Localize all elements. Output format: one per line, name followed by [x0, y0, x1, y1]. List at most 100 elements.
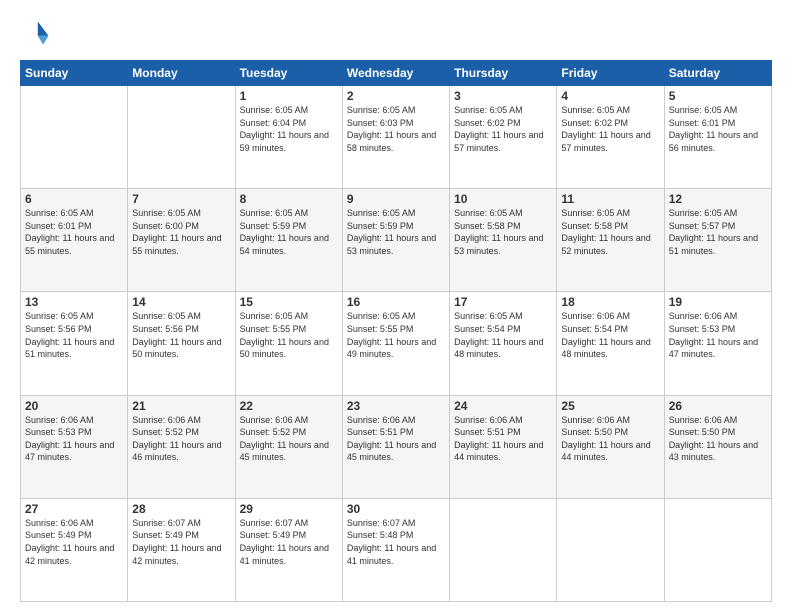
calendar-cell: 25Sunrise: 6:06 AM Sunset: 5:50 PM Dayli…: [557, 395, 664, 498]
calendar-cell: 17Sunrise: 6:05 AM Sunset: 5:54 PM Dayli…: [450, 292, 557, 395]
day-info: Sunrise: 6:06 AM Sunset: 5:54 PM Dayligh…: [561, 310, 659, 360]
day-info: Sunrise: 6:06 AM Sunset: 5:50 PM Dayligh…: [561, 414, 659, 464]
day-info: Sunrise: 6:05 AM Sunset: 5:59 PM Dayligh…: [240, 207, 338, 257]
day-number: 23: [347, 399, 445, 413]
weekday-header: Tuesday: [235, 61, 342, 86]
day-info: Sunrise: 6:05 AM Sunset: 6:01 PM Dayligh…: [25, 207, 123, 257]
weekday-header-row: SundayMondayTuesdayWednesdayThursdayFrid…: [21, 61, 772, 86]
day-info: Sunrise: 6:06 AM Sunset: 5:50 PM Dayligh…: [669, 414, 767, 464]
calendar-cell: 21Sunrise: 6:06 AM Sunset: 5:52 PM Dayli…: [128, 395, 235, 498]
day-info: Sunrise: 6:07 AM Sunset: 5:49 PM Dayligh…: [132, 517, 230, 567]
calendar-cell: 19Sunrise: 6:06 AM Sunset: 5:53 PM Dayli…: [664, 292, 771, 395]
logo: [20, 18, 56, 50]
calendar-cell: 8Sunrise: 6:05 AM Sunset: 5:59 PM Daylig…: [235, 189, 342, 292]
calendar-week-row: 27Sunrise: 6:06 AM Sunset: 5:49 PM Dayli…: [21, 498, 772, 601]
day-number: 9: [347, 192, 445, 206]
weekday-header: Saturday: [664, 61, 771, 86]
calendar-cell: 10Sunrise: 6:05 AM Sunset: 5:58 PM Dayli…: [450, 189, 557, 292]
calendar-cell: 16Sunrise: 6:05 AM Sunset: 5:55 PM Dayli…: [342, 292, 449, 395]
calendar-cell: 9Sunrise: 6:05 AM Sunset: 5:59 PM Daylig…: [342, 189, 449, 292]
day-number: 5: [669, 89, 767, 103]
calendar-cell: 20Sunrise: 6:06 AM Sunset: 5:53 PM Dayli…: [21, 395, 128, 498]
day-number: 30: [347, 502, 445, 516]
day-info: Sunrise: 6:05 AM Sunset: 5:58 PM Dayligh…: [561, 207, 659, 257]
day-number: 11: [561, 192, 659, 206]
day-info: Sunrise: 6:05 AM Sunset: 5:58 PM Dayligh…: [454, 207, 552, 257]
calendar-cell: 4Sunrise: 6:05 AM Sunset: 6:02 PM Daylig…: [557, 86, 664, 189]
calendar-cell: 3Sunrise: 6:05 AM Sunset: 6:02 PM Daylig…: [450, 86, 557, 189]
calendar-cell: [128, 86, 235, 189]
day-info: Sunrise: 6:05 AM Sunset: 5:55 PM Dayligh…: [347, 310, 445, 360]
weekday-header: Friday: [557, 61, 664, 86]
day-info: Sunrise: 6:05 AM Sunset: 5:57 PM Dayligh…: [669, 207, 767, 257]
page: SundayMondayTuesdayWednesdayThursdayFrid…: [0, 0, 792, 612]
day-number: 24: [454, 399, 552, 413]
day-number: 10: [454, 192, 552, 206]
day-info: Sunrise: 6:06 AM Sunset: 5:53 PM Dayligh…: [25, 414, 123, 464]
calendar-cell: [664, 498, 771, 601]
calendar-week-row: 20Sunrise: 6:06 AM Sunset: 5:53 PM Dayli…: [21, 395, 772, 498]
day-info: Sunrise: 6:05 AM Sunset: 6:00 PM Dayligh…: [132, 207, 230, 257]
calendar-cell: 22Sunrise: 6:06 AM Sunset: 5:52 PM Dayli…: [235, 395, 342, 498]
calendar-cell: 5Sunrise: 6:05 AM Sunset: 6:01 PM Daylig…: [664, 86, 771, 189]
day-info: Sunrise: 6:05 AM Sunset: 5:56 PM Dayligh…: [25, 310, 123, 360]
calendar-cell: 30Sunrise: 6:07 AM Sunset: 5:48 PM Dayli…: [342, 498, 449, 601]
day-number: 13: [25, 295, 123, 309]
calendar-cell: 6Sunrise: 6:05 AM Sunset: 6:01 PM Daylig…: [21, 189, 128, 292]
day-info: Sunrise: 6:05 AM Sunset: 5:56 PM Dayligh…: [132, 310, 230, 360]
calendar-cell: [450, 498, 557, 601]
day-number: 25: [561, 399, 659, 413]
day-number: 26: [669, 399, 767, 413]
day-info: Sunrise: 6:06 AM Sunset: 5:51 PM Dayligh…: [454, 414, 552, 464]
day-info: Sunrise: 6:07 AM Sunset: 5:48 PM Dayligh…: [347, 517, 445, 567]
logo-icon: [20, 18, 52, 50]
day-info: Sunrise: 6:06 AM Sunset: 5:52 PM Dayligh…: [132, 414, 230, 464]
day-number: 20: [25, 399, 123, 413]
day-number: 6: [25, 192, 123, 206]
calendar-cell: 27Sunrise: 6:06 AM Sunset: 5:49 PM Dayli…: [21, 498, 128, 601]
day-number: 2: [347, 89, 445, 103]
day-number: 1: [240, 89, 338, 103]
weekday-header: Wednesday: [342, 61, 449, 86]
calendar-cell: 12Sunrise: 6:05 AM Sunset: 5:57 PM Dayli…: [664, 189, 771, 292]
calendar-cell: 15Sunrise: 6:05 AM Sunset: 5:55 PM Dayli…: [235, 292, 342, 395]
day-number: 17: [454, 295, 552, 309]
day-number: 8: [240, 192, 338, 206]
day-info: Sunrise: 6:06 AM Sunset: 5:52 PM Dayligh…: [240, 414, 338, 464]
calendar-week-row: 1Sunrise: 6:05 AM Sunset: 6:04 PM Daylig…: [21, 86, 772, 189]
calendar-cell: 13Sunrise: 6:05 AM Sunset: 5:56 PM Dayli…: [21, 292, 128, 395]
day-number: 29: [240, 502, 338, 516]
calendar-cell: 18Sunrise: 6:06 AM Sunset: 5:54 PM Dayli…: [557, 292, 664, 395]
calendar-cell: 1Sunrise: 6:05 AM Sunset: 6:04 PM Daylig…: [235, 86, 342, 189]
day-number: 14: [132, 295, 230, 309]
day-info: Sunrise: 6:05 AM Sunset: 5:55 PM Dayligh…: [240, 310, 338, 360]
calendar-cell: [21, 86, 128, 189]
calendar-cell: 23Sunrise: 6:06 AM Sunset: 5:51 PM Dayli…: [342, 395, 449, 498]
day-info: Sunrise: 6:05 AM Sunset: 6:01 PM Dayligh…: [669, 104, 767, 154]
day-number: 16: [347, 295, 445, 309]
calendar-cell: 2Sunrise: 6:05 AM Sunset: 6:03 PM Daylig…: [342, 86, 449, 189]
day-info: Sunrise: 6:06 AM Sunset: 5:51 PM Dayligh…: [347, 414, 445, 464]
day-number: 19: [669, 295, 767, 309]
calendar-cell: 11Sunrise: 6:05 AM Sunset: 5:58 PM Dayli…: [557, 189, 664, 292]
day-number: 4: [561, 89, 659, 103]
weekday-header: Sunday: [21, 61, 128, 86]
day-number: 3: [454, 89, 552, 103]
day-number: 18: [561, 295, 659, 309]
calendar-cell: 14Sunrise: 6:05 AM Sunset: 5:56 PM Dayli…: [128, 292, 235, 395]
day-number: 12: [669, 192, 767, 206]
day-number: 22: [240, 399, 338, 413]
weekday-header: Thursday: [450, 61, 557, 86]
day-info: Sunrise: 6:07 AM Sunset: 5:49 PM Dayligh…: [240, 517, 338, 567]
calendar-cell: 26Sunrise: 6:06 AM Sunset: 5:50 PM Dayli…: [664, 395, 771, 498]
day-number: 27: [25, 502, 123, 516]
day-info: Sunrise: 6:05 AM Sunset: 6:02 PM Dayligh…: [561, 104, 659, 154]
calendar-cell: 7Sunrise: 6:05 AM Sunset: 6:00 PM Daylig…: [128, 189, 235, 292]
day-info: Sunrise: 6:05 AM Sunset: 6:04 PM Dayligh…: [240, 104, 338, 154]
day-info: Sunrise: 6:06 AM Sunset: 5:53 PM Dayligh…: [669, 310, 767, 360]
calendar-cell: 24Sunrise: 6:06 AM Sunset: 5:51 PM Dayli…: [450, 395, 557, 498]
calendar-cell: 29Sunrise: 6:07 AM Sunset: 5:49 PM Dayli…: [235, 498, 342, 601]
calendar-week-row: 13Sunrise: 6:05 AM Sunset: 5:56 PM Dayli…: [21, 292, 772, 395]
day-info: Sunrise: 6:05 AM Sunset: 5:54 PM Dayligh…: [454, 310, 552, 360]
day-info: Sunrise: 6:05 AM Sunset: 6:03 PM Dayligh…: [347, 104, 445, 154]
